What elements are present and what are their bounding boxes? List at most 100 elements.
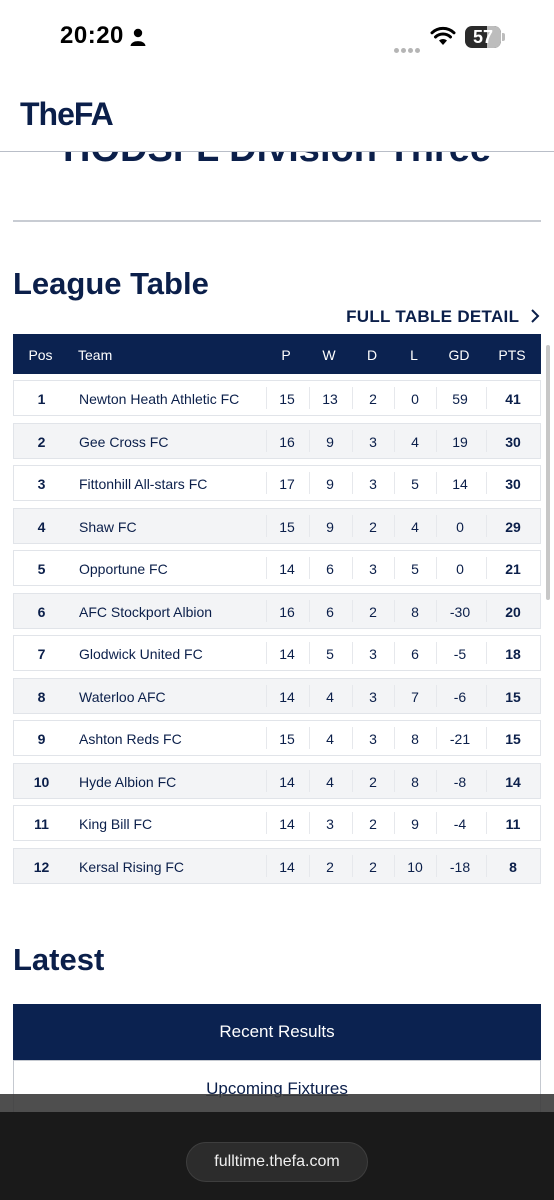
table-row[interactable]: 1 Newton Heath Athletic FC 15 13 2 0 59 41 xyxy=(13,380,541,416)
table-row[interactable]: 12 Kersal Rising FC 14 2 2 10 -18 8 xyxy=(13,847,541,884)
cell-team[interactable]: Ashton Reds FC xyxy=(79,731,182,747)
col-goal-difference[interactable]: GD xyxy=(435,347,483,363)
person-icon xyxy=(130,28,146,46)
cell-points: 15 xyxy=(505,688,521,705)
cell-goal-difference: 0 xyxy=(456,561,464,577)
chevron-right-icon xyxy=(531,309,540,323)
tab-recent-results[interactable]: Recent Results xyxy=(13,1004,541,1060)
cell-lost: 8 xyxy=(411,731,419,747)
status-time: 20:20 xyxy=(60,22,124,49)
cell-drawn: 3 xyxy=(369,433,377,450)
cell-divider xyxy=(486,557,487,579)
cell-divider xyxy=(486,684,487,707)
cell-lost: 8 xyxy=(411,603,419,620)
cell-played: 14 xyxy=(279,773,295,790)
cell-pos: 6 xyxy=(37,603,46,620)
scrollbar[interactable] xyxy=(546,345,550,600)
cell-team[interactable]: Opportune FC xyxy=(79,561,168,577)
table-row[interactable]: 11 King Bill FC 14 3 2 9 -4 11 xyxy=(13,805,541,841)
cell-goal-difference: -5 xyxy=(453,646,467,662)
cell-lost: 4 xyxy=(411,433,419,450)
cell-divider xyxy=(486,769,487,792)
cell-points: 14 xyxy=(505,773,521,790)
cell-drawn: 2 xyxy=(369,391,377,407)
divider xyxy=(13,220,541,222)
col-drawn[interactable]: D xyxy=(351,347,393,363)
table-row[interactable]: 8 Waterloo AFC 14 4 3 7 -6 15 xyxy=(13,677,541,714)
cell-goal-difference: -4 xyxy=(453,816,467,832)
cell-played: 14 xyxy=(279,646,295,662)
league-table-heading: League Table xyxy=(13,266,209,301)
cell-goal-difference: -18 xyxy=(449,858,471,875)
wifi-icon xyxy=(430,26,456,45)
col-points[interactable]: PTS xyxy=(487,347,537,363)
cell-goal-difference: 14 xyxy=(452,476,468,492)
cell-team[interactable]: AFC Stockport Albion xyxy=(79,604,212,620)
thefa-logo[interactable]: TheFA xyxy=(20,96,114,133)
col-played[interactable]: P xyxy=(265,347,307,363)
cell-team[interactable]: Shaw FC xyxy=(79,519,137,535)
cell-team[interactable]: Kersal Rising FC xyxy=(79,859,184,875)
cell-points: 20 xyxy=(505,603,521,620)
browser-toolbar-edge xyxy=(0,1094,554,1114)
table-row[interactable]: 3 Fittonhill All-stars FC 17 9 3 5 14 30 xyxy=(13,465,541,501)
cell-team[interactable]: Glodwick United FC xyxy=(79,646,203,662)
battery-tip xyxy=(502,33,505,41)
col-lost[interactable]: L xyxy=(393,347,435,363)
address-bar[interactable]: fulltime.thefa.com xyxy=(186,1142,368,1182)
cell-played: 15 xyxy=(279,391,295,407)
cell-team[interactable]: Hyde Albion FC xyxy=(79,774,176,790)
cell-team[interactable]: Newton Heath Athletic FC xyxy=(79,391,239,407)
cell-pos: 8 xyxy=(37,688,46,705)
cell-divider xyxy=(486,854,487,877)
cell-drawn: 3 xyxy=(369,476,377,492)
table-row[interactable]: 2 Gee Cross FC 16 9 3 4 19 30 xyxy=(13,422,541,459)
cell-lost: 5 xyxy=(411,561,419,577)
cell-won: 6 xyxy=(326,561,334,577)
cell-goal-difference: 59 xyxy=(452,391,468,407)
cell-goal-difference: -8 xyxy=(453,773,467,790)
cell-points: 30 xyxy=(505,433,521,450)
cell-pos: 2 xyxy=(37,433,46,450)
cell-points: 41 xyxy=(505,391,521,407)
full-table-detail-link[interactable]: FULL TABLE DETAIL xyxy=(346,307,540,327)
cell-drawn: 2 xyxy=(369,858,377,875)
cell-team[interactable]: Gee Cross FC xyxy=(79,434,168,450)
cell-goal-difference: -30 xyxy=(449,603,471,620)
table-row[interactable]: 10 Hyde Albion FC 14 4 2 8 -8 14 xyxy=(13,762,541,799)
cell-points: 11 xyxy=(505,816,521,832)
full-table-detail-label: FULL TABLE DETAIL xyxy=(346,307,519,326)
cell-drawn: 3 xyxy=(369,731,377,747)
col-pos[interactable]: Pos xyxy=(13,347,68,363)
cell-pos: 11 xyxy=(34,816,49,832)
table-row[interactable]: 9 Ashton Reds FC 15 4 3 8 -21 15 xyxy=(13,720,541,756)
cell-team[interactable]: Fittonhill All-stars FC xyxy=(79,476,207,492)
cell-goal-difference: 19 xyxy=(452,433,468,450)
battery-level: 57 xyxy=(472,27,494,47)
cell-divider xyxy=(486,642,487,664)
cell-lost: 0 xyxy=(411,391,419,407)
cell-team[interactable]: King Bill FC xyxy=(79,816,152,832)
table-row[interactable]: 6 AFC Stockport Albion 16 6 2 8 -30 20 xyxy=(13,592,541,629)
cell-divider xyxy=(486,812,487,834)
browser-toolbar: fulltime.thefa.com xyxy=(0,1112,554,1200)
cell-played: 14 xyxy=(279,816,295,832)
cell-lost: 7 xyxy=(411,688,419,705)
site-header: TheFA xyxy=(0,70,554,152)
cell-won: 4 xyxy=(326,731,334,747)
cell-played: 15 xyxy=(279,731,295,747)
col-team[interactable]: Team xyxy=(78,347,112,363)
cell-lost: 5 xyxy=(411,476,419,492)
cell-won: 9 xyxy=(326,476,334,492)
cell-team[interactable]: Waterloo AFC xyxy=(79,689,166,705)
cell-won: 13 xyxy=(322,391,338,407)
cell-points: 29 xyxy=(505,518,521,535)
table-row[interactable]: 5 Opportune FC 14 6 3 5 0 21 xyxy=(13,550,541,586)
cell-points: 30 xyxy=(505,476,521,492)
table-row[interactable]: 4 Shaw FC 15 9 2 4 0 29 xyxy=(13,507,541,544)
col-won[interactable]: W xyxy=(308,347,350,363)
cell-goal-difference: -21 xyxy=(449,731,471,747)
cell-pos: 9 xyxy=(37,731,46,747)
table-row[interactable]: 7 Glodwick United FC 14 5 3 6 -5 18 xyxy=(13,635,541,671)
cell-played: 16 xyxy=(279,433,295,450)
